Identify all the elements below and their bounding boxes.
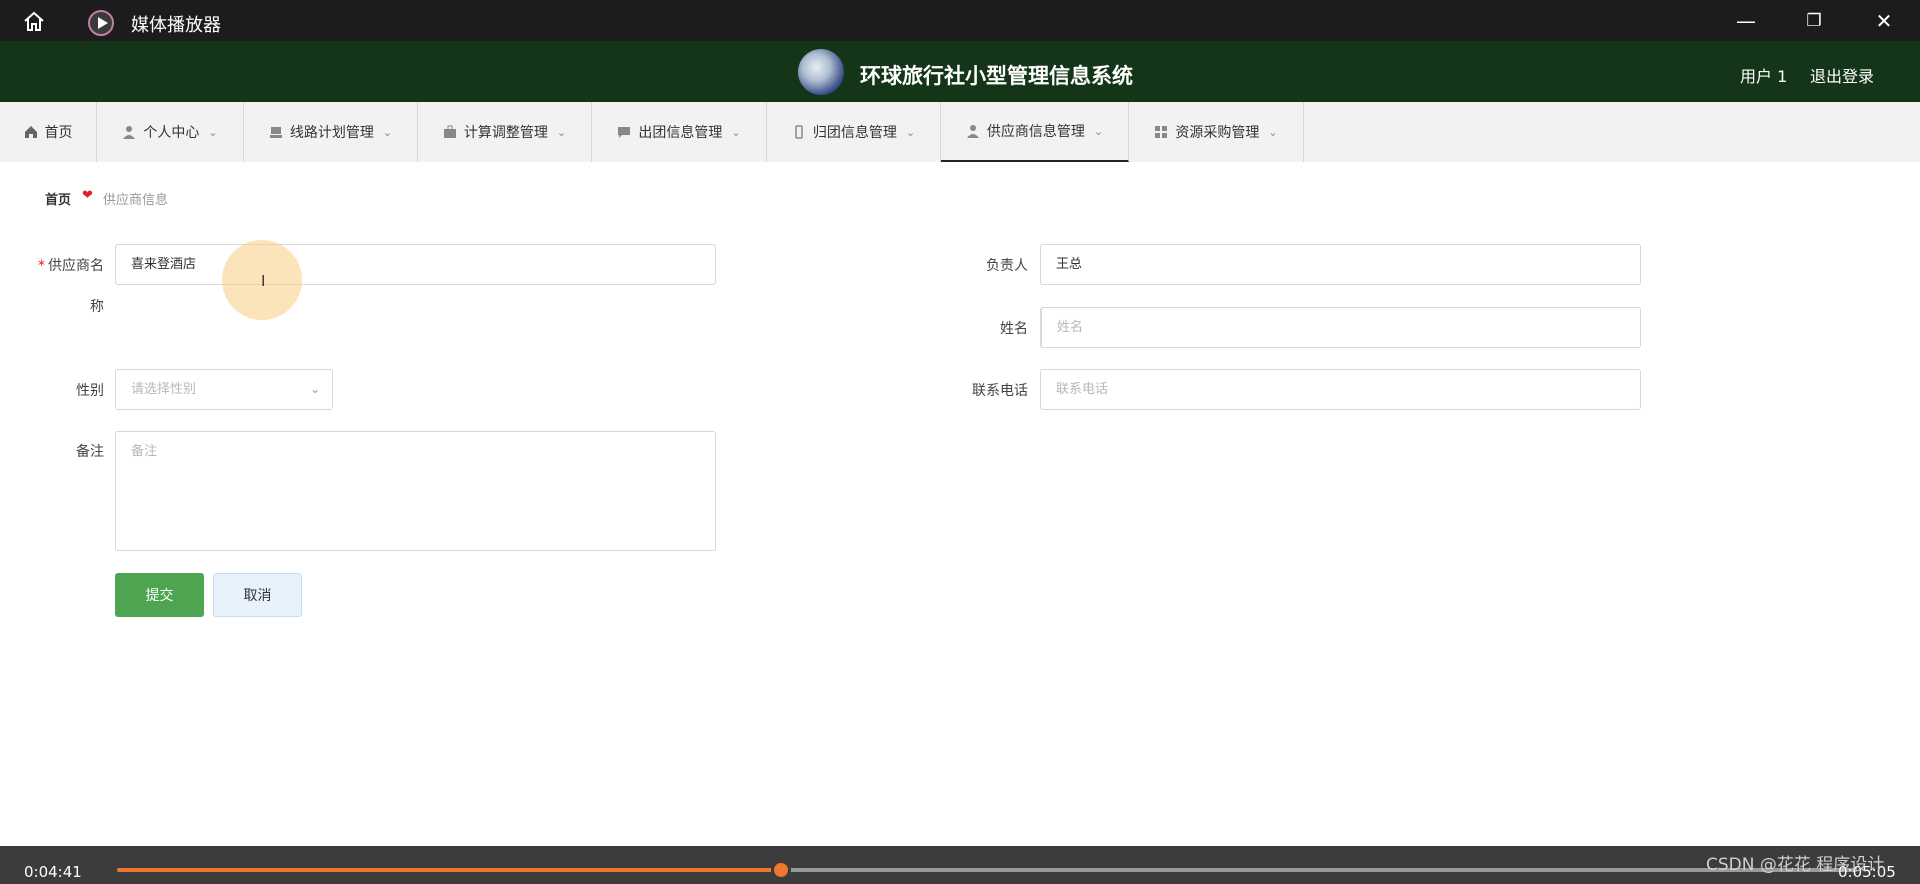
text-cursor-icon: I <box>261 272 266 290</box>
nav-item-personal-center[interactable]: 个人中心 ⌄ <box>97 102 244 162</box>
remark-label: 备注 <box>76 444 104 460</box>
chevron-down-icon: ⌄ <box>556 125 567 139</box>
chevron-down-icon: ⌄ <box>1093 124 1104 138</box>
logout-link[interactable]: 退出登录 <box>1810 63 1874 87</box>
nav-item-return-info[interactable]: 归团信息管理 ⌄ <box>767 102 941 162</box>
system-logo <box>798 49 844 95</box>
media-playbar: 0:04:41 0:05:05 <box>0 846 1920 884</box>
main-nav: 首页 个人中心 ⌄ 线路计划管理 ⌄ 计算调整管理 ⌄ 出团信息管理 ⌄ 归团信… <box>0 102 1920 162</box>
mobile-icon <box>795 125 803 139</box>
nav-item-label: 出团信息管理 <box>638 125 723 141</box>
nav-item-home[interactable]: 首页 <box>0 102 97 162</box>
user-icon <box>123 126 136 139</box>
nav-item-label: 个人中心 <box>143 125 200 141</box>
app-header: 环球旅行社小型管理信息系统 用户 1 退出登录 <box>0 41 1920 102</box>
remark-textarea[interactable]: 备注 <box>115 431 716 551</box>
heart-icon: ❤ <box>82 188 93 203</box>
supplier-name-label: * 供应商名 <box>38 258 104 274</box>
chevron-down-icon: ⌄ <box>1268 125 1278 139</box>
app-title: 媒体播放器 <box>131 15 221 36</box>
nav-item-label: 线路计划管理 <box>289 125 374 141</box>
system-title: 环球旅行社小型管理信息系统 <box>860 64 1133 88</box>
required-marker: * <box>38 258 45 274</box>
watermark-text: CSDN @花花 程序设计 <box>1706 855 1885 875</box>
name-input[interactable]: 姓名 <box>1040 307 1641 348</box>
manager-label: 负责人 <box>986 258 1028 274</box>
nav-item-label: 资源采购管理 <box>1175 125 1260 141</box>
nav-item-departure-info[interactable]: 出团信息管理 ⌄ <box>592 102 767 162</box>
supplier-name-input[interactable]: 喜来登酒店 <box>115 244 716 285</box>
nav-item-resource-purchase[interactable]: 资源采购管理 ⌄ <box>1129 102 1304 162</box>
grid-icon <box>1155 126 1168 138</box>
gender-select-placeholder: 请选择性别 <box>131 382 197 397</box>
nav-item-supplier-info[interactable]: 供应商信息管理 ⌄ <box>941 102 1129 162</box>
nav-item-label: 首页 <box>44 125 73 141</box>
restore-button[interactable]: ❐ <box>1800 8 1828 34</box>
submit-button[interactable]: 提交 <box>115 573 204 617</box>
seek-progress <box>117 868 781 872</box>
home-icon <box>24 126 37 138</box>
box-icon <box>269 127 282 138</box>
nav-item-route-plan[interactable]: 线路计划管理 ⌄ <box>244 102 418 162</box>
media-player-app-icon <box>88 10 114 36</box>
nav-item-label: 供应商信息管理 <box>986 124 1085 140</box>
seek-track[interactable] <box>117 868 1857 872</box>
chevron-down-icon: ⌄ <box>208 125 218 139</box>
home-icon[interactable] <box>22 10 46 32</box>
supplier-name-label-cont: 称 <box>90 299 104 315</box>
name-label: 姓名 <box>1000 321 1028 337</box>
chevron-down-icon: ⌄ <box>309 382 320 396</box>
breadcrumb: 首页 ❤ 供应商信息 <box>23 173 1896 221</box>
user-icon <box>966 125 979 138</box>
user-name[interactable]: 用户 1 <box>1740 63 1787 87</box>
breadcrumb-home[interactable]: 首页 <box>45 189 71 208</box>
elapsed-time: 0:04:41 <box>24 863 82 881</box>
nav-item-label: 归团信息管理 <box>812 125 897 141</box>
phone-label: 联系电话 <box>972 383 1028 399</box>
gender-select[interactable]: 请选择性别 ⌄ <box>115 369 333 410</box>
breadcrumb-current: 供应商信息 <box>103 193 169 208</box>
chat-icon <box>618 127 631 138</box>
window-titlebar: 媒体播放器 — ❐ ✕ <box>0 0 1920 41</box>
briefcase-icon <box>443 125 456 138</box>
minimize-button[interactable]: — <box>1732 8 1760 34</box>
cancel-button[interactable]: 取消 <box>213 573 302 617</box>
chevron-down-icon: ⌄ <box>905 125 916 139</box>
chevron-down-icon: ⌄ <box>731 125 741 139</box>
close-button[interactable]: ✕ <box>1870 8 1898 34</box>
manager-input[interactable]: 王总 <box>1040 244 1641 285</box>
chevron-down-icon: ⌄ <box>382 125 393 139</box>
phone-input[interactable]: 联系电话 <box>1040 369 1641 410</box>
gender-label: 性别 <box>76 383 104 399</box>
nav-item-label: 计算调整管理 <box>463 125 548 141</box>
nav-item-calc-adjust[interactable]: 计算调整管理 ⌄ <box>418 102 592 162</box>
seek-handle[interactable] <box>771 860 791 880</box>
